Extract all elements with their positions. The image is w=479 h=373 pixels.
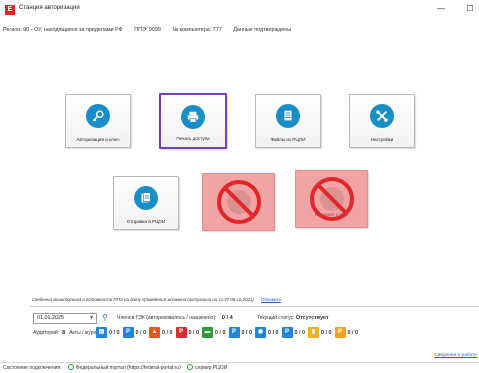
badge-value: 0 / 0 [347, 329, 359, 336]
p-red-icon: P [175, 327, 187, 338]
badge-value: 0 / 0 [215, 329, 226, 336]
tile-settings[interactable]: Настройки [349, 94, 415, 148]
folder-icon: ▮ [308, 327, 319, 338]
window-title: Станция авторизации [19, 5, 80, 11]
badge-value: 0 / 0 [268, 329, 279, 336]
ppe-label: ППЭ: 9099 [134, 27, 161, 33]
app-icon: Е [5, 5, 15, 15]
computer-label: № компьютера: 777 [172, 27, 222, 33]
notice-text: Сведения мониторинга о готовности ППЭ на… [32, 297, 254, 302]
status-badges: ▤ 0 / 0 P0 / 0 ▲ 0 / 0 P0 / 0 ▬ 0 / 0 P0 / … [96, 327, 361, 338]
region-label: Регион: 90 - ОУ, находящиеся за пределам… [3, 27, 123, 33]
tile-label: Файлы из РЦОИ [270, 137, 306, 142]
scan-icon: ▬ [202, 327, 213, 338]
title-bar: Е Станция авторизации — ☐ [0, 0, 479, 20]
badge-value: 0 / 0 [109, 329, 120, 336]
status-dot-icon [67, 364, 74, 370]
tile-blocked-1[interactable] [202, 173, 275, 231]
badge-item[interactable]: ▬ 0 / 0 [202, 327, 226, 338]
printer-icon: ▤ [96, 327, 107, 338]
badge-value: 0 / 0 [162, 329, 173, 336]
badge-value: 0 / 0 [188, 329, 200, 336]
badge-item[interactable]: P0 / 0 [122, 327, 147, 338]
badge-item[interactable]: ◉ 0 / 0 [255, 327, 279, 338]
tile-label: Интернет и ГЭК [314, 212, 349, 217]
p-blue2-icon: P [281, 327, 293, 338]
connection-label: Состояние подключения: [3, 365, 62, 371]
document-icon [276, 104, 300, 128]
connection-federal: Федеральный портал (https://federal-port… [75, 365, 181, 371]
chevron-down-icon: ▼ [89, 315, 94, 321]
gek-members: Членов ГЭК (авторизовалось / назначено):… [117, 315, 237, 321]
audio-icon: ◉ [255, 327, 266, 338]
badge-value: 0 / 0 [321, 329, 332, 336]
badge-item[interactable]: P0 / 0 [228, 327, 253, 338]
badge-item[interactable]: ▲ 0 / 0 [149, 327, 173, 338]
badge-item[interactable]: P0 / 0 [175, 327, 200, 338]
maximize-button[interactable]: ☐ [463, 3, 477, 15]
tile-label: Отправка в РЦОИ [126, 219, 166, 224]
work-info-link[interactable]: Сведения о работе [434, 353, 477, 358]
tile-authorization[interactable]: Авторизация и ключ [65, 94, 131, 148]
tile-label: Авторизация и ключ [76, 137, 120, 142]
app-window: Е Станция авторизации — ☐ Регион: 90 - О… [0, 0, 479, 372]
p-blue-icon: P [228, 327, 240, 338]
tile-label: Настройки [370, 137, 394, 142]
status-label: Текущий статус: [257, 315, 295, 321]
gek-value: 0 / 4 [221, 315, 233, 321]
badge-value: 0 / 0 [294, 329, 306, 336]
tile-send-rcoi[interactable]: Отправка в РЦОИ [113, 176, 179, 230]
badge-value: 0 / 0 [135, 329, 147, 336]
data-status-label: Данные подтверждены [233, 27, 292, 33]
badge-item[interactable]: ▮ 0 / 0 [308, 327, 332, 338]
badge-item[interactable]: P0 / 0 [334, 327, 359, 338]
badge-item[interactable]: P0 / 0 [281, 327, 306, 338]
monitoring-notice: Сведения мониторинга о готовности ППЭ на… [32, 297, 281, 302]
date-select[interactable]: 01.01.2025 ▼ [33, 313, 97, 324]
p-icon: P [122, 327, 134, 338]
send-document-icon [134, 186, 158, 210]
auditor-value: 8 [62, 330, 66, 336]
tile-internet-gek[interactable]: Интернет и ГЭК [295, 170, 368, 228]
auditor-label: Аудиторий: [33, 330, 60, 336]
p-orange-icon: P [334, 327, 346, 338]
printer-icon [181, 105, 205, 129]
connection-rcoi: сервер РЦОИ [195, 365, 228, 371]
current-status: Текущий статус: Отсутствует [257, 315, 329, 321]
forbidden-icon [216, 180, 261, 224]
report-icon: ▲ [149, 327, 160, 338]
date-value: 01.01.2025 [37, 315, 64, 321]
info-bar: Регион: 90 - ОУ, находящиеся за пределам… [3, 27, 301, 33]
gek-label: Членов ГЭК (авторизовалось / назначено): [117, 315, 217, 321]
tile-files-rcoi[interactable]: Файлы из РЦОИ [255, 94, 321, 148]
tile-label: Печать доступа [176, 136, 210, 141]
key-icon [86, 104, 110, 128]
divider [30, 306, 479, 307]
status-bar: Состояние подключения: Федеральный порта… [0, 362, 479, 372]
status-dot-icon [187, 364, 194, 370]
tools-icon [370, 104, 394, 128]
status-value: Отсутствует [295, 315, 329, 321]
minimize-button[interactable]: — [434, 3, 448, 15]
badge-item[interactable]: ▤ 0 / 0 [96, 327, 120, 338]
search-icon[interactable]: ⚲ [102, 313, 108, 322]
tile-print-access[interactable]: Печать доступа [159, 93, 227, 149]
badge-value: 0 / 0 [241, 329, 253, 336]
refresh-link[interactable]: Обновить [261, 297, 281, 302]
